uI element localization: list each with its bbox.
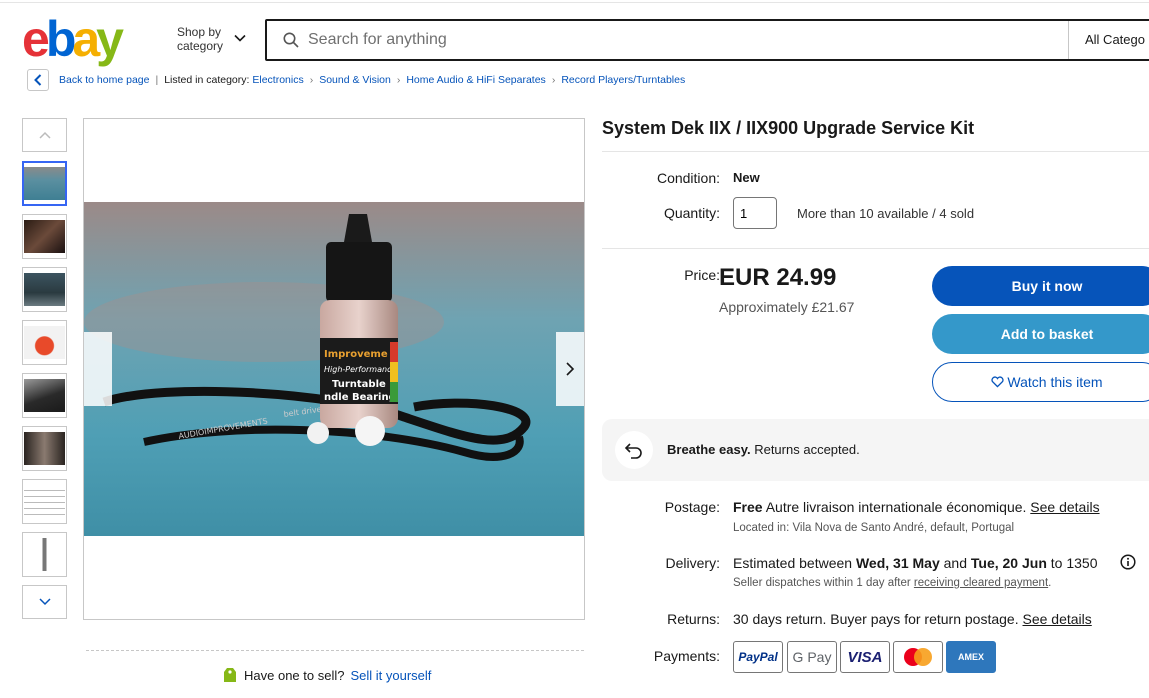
returns-banner-text: Breathe easy. Returns accepted. — [667, 442, 860, 457]
watch-item-button[interactable]: Watch this item — [932, 362, 1149, 402]
condition-label: Condition: — [656, 170, 720, 186]
thumbnail-4[interactable] — [22, 320, 67, 365]
postage-method: Autre livraison internationale économiqu… — [762, 499, 1031, 515]
amex-logo: AMEX — [946, 641, 996, 673]
shop-by-label: Shop by — [177, 25, 222, 39]
returns-accepted: Returns accepted. — [750, 442, 860, 457]
postage-label: Postage: — [664, 499, 720, 515]
gpay-logo: G Pay — [787, 641, 837, 673]
thumbnail-2[interactable] — [22, 214, 67, 259]
price-tag-icon — [224, 668, 236, 682]
returns-icon-wrap — [615, 431, 653, 469]
postage-see-details[interactable]: See details — [1030, 499, 1099, 515]
label-bearing: ndle Bearing — [324, 392, 396, 403]
watch-label: Watch this item — [1007, 374, 1103, 390]
ebay-logo[interactable]: ebay — [22, 14, 124, 64]
quantity-input[interactable] — [733, 197, 777, 229]
thumbnail-6[interactable] — [22, 426, 67, 471]
info-icon[interactable] — [1120, 554, 1136, 570]
condition-value: New — [733, 170, 760, 185]
chevron-right-icon — [566, 362, 575, 376]
buy-it-now-button[interactable]: Buy it now — [932, 266, 1149, 306]
returns-see-details[interactable]: See details — [1023, 611, 1092, 627]
label-improvement: Improveme — [324, 349, 388, 360]
delivery-label: Delivery: — [665, 555, 720, 571]
sell-it-yourself-link[interactable]: Sell it yourself — [350, 668, 431, 683]
sell-divider — [86, 650, 584, 651]
breathe-easy: Breathe easy. — [667, 442, 751, 457]
mastercard-logo — [893, 641, 943, 673]
chevron-up-icon — [38, 131, 51, 139]
search-divider — [1068, 21, 1069, 59]
title-divider — [602, 151, 1149, 152]
category-label: category — [177, 39, 224, 53]
thumbnail-3[interactable] — [22, 267, 67, 312]
availability-text: More than 10 available / 4 sold — [797, 206, 975, 221]
chevron-down-icon — [38, 598, 51, 606]
sell-question: Have one to sell? — [244, 667, 345, 683]
item-title: System Dek IIX / IIX900 Upgrade Service … — [602, 118, 975, 138]
breadcrumb-sound-vision[interactable]: Sound & Vision — [319, 74, 391, 86]
listed-in-label: Listed in category: — [164, 74, 250, 86]
postage-free: Free — [733, 499, 763, 515]
price-value: EUR 24.99 — [719, 264, 837, 291]
thumbnail-1[interactable] — [22, 161, 67, 206]
image-next-button[interactable] — [556, 332, 584, 406]
back-button[interactable] — [27, 69, 49, 91]
thumbnails-down-button[interactable] — [22, 585, 67, 619]
add-to-basket-button[interactable]: Add to basket — [932, 314, 1149, 354]
sell-prompt: Have one to sell? Sell it yourself — [222, 666, 431, 684]
category-select[interactable]: All Catego — [1085, 32, 1145, 47]
label-performance: High-Performance — [324, 365, 396, 374]
breadcrumb: Back to home page | Listed in category: El… — [59, 74, 686, 86]
search-input[interactable] — [308, 29, 1048, 51]
quantity-label: Quantity: — [663, 205, 720, 221]
delivery-date-end: Tue, 20 Jun — [970, 555, 1047, 571]
delivery-value: Estimated between Wed, 31 May and Tue, 2… — [733, 555, 1098, 571]
thumbnail-7[interactable] — [22, 479, 67, 524]
item-location: Located in: Vila Nova de Santo André, de… — [733, 522, 1015, 534]
breadcrumb-record-players[interactable]: Record Players/Turntables — [561, 74, 685, 86]
back-to-home-link[interactable]: Back to home page — [59, 74, 149, 86]
returns-label: Returns: — [667, 611, 720, 627]
approx-price: Approximately £21.67 — [719, 299, 855, 315]
thumbnails-up-button[interactable] — [22, 118, 67, 152]
product-photo: AUDIOIMPROVEMENTS belt drive Improveme H… — [84, 202, 584, 536]
returns-value: 30 days return. Buyer pays for return po… — [733, 611, 1092, 627]
cleared-payment-link[interactable]: receiving cleared payment — [914, 577, 1048, 589]
thumbnail-5[interactable] — [22, 373, 67, 418]
label-turntable: Turntable — [332, 379, 386, 390]
heart-icon — [991, 376, 1005, 388]
price-label: Price: — [684, 267, 720, 283]
breadcrumb-electronics[interactable]: Electronics — [252, 74, 303, 86]
top-divider — [0, 2, 1149, 3]
return-arrow-icon — [624, 443, 642, 459]
image-prev-button[interactable] — [84, 332, 112, 406]
main-product-image[interactable]: AUDIOIMPROVEMENTS belt drive Improveme H… — [84, 202, 584, 536]
shop-by-category-button[interactable]: Shop by category — [177, 25, 223, 53]
postage-value: Free Autre livraison internationale écon… — [733, 499, 1100, 515]
chevron-left-icon — [34, 74, 42, 86]
dispatch-info: Seller dispatches within 1 day after rec… — [733, 577, 1052, 589]
visa-logo: VISA — [840, 641, 890, 673]
mastercard-icon — [904, 648, 932, 666]
paypal-logo: PayPal — [733, 641, 783, 673]
breadcrumb-home-audio[interactable]: Home Audio & HiFi Separates — [406, 74, 545, 86]
payments-label: Payments: — [653, 648, 720, 664]
quantity-divider — [602, 248, 1149, 249]
delivery-date-start: Wed, 31 May — [855, 555, 940, 571]
thumbnail-8[interactable] — [22, 532, 67, 577]
search-icon — [283, 32, 299, 48]
chevron-down-icon — [234, 34, 246, 42]
